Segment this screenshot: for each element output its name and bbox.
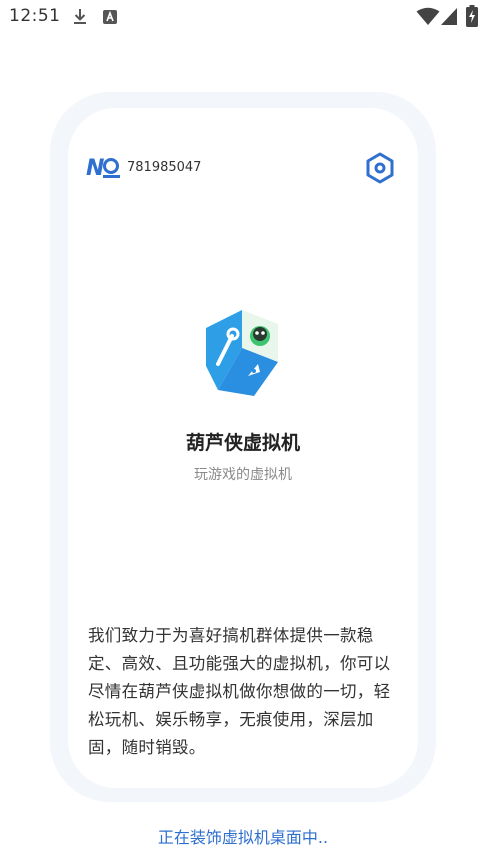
a-notification-icon	[103, 10, 117, 24]
status-time: 12:51	[9, 6, 61, 26]
download-icon	[74, 9, 86, 24]
wifi-icon	[416, 7, 440, 25]
loading-status: 正在装饰虚拟机桌面中..	[157, 828, 329, 847]
svg-text:N: N	[86, 156, 104, 180]
app-description: 我们致力于为喜好搞机群体提供一款稳定、高效、且功能强大的虚拟机，你可以尽情在葫芦…	[88, 626, 391, 757]
app-name: 葫芦侠虚拟机	[185, 432, 300, 454]
battery-charging-icon	[466, 5, 478, 27]
app-logo-icon	[206, 310, 278, 396]
status-bar: 12:51	[0, 0, 486, 34]
app-tagline: 玩游戏的虚拟机	[194, 467, 292, 483]
signal-icon	[441, 8, 457, 25]
no-badge-icon: N	[86, 156, 120, 180]
device-number: 781985047	[127, 160, 202, 175]
settings-icon[interactable]	[364, 152, 396, 184]
